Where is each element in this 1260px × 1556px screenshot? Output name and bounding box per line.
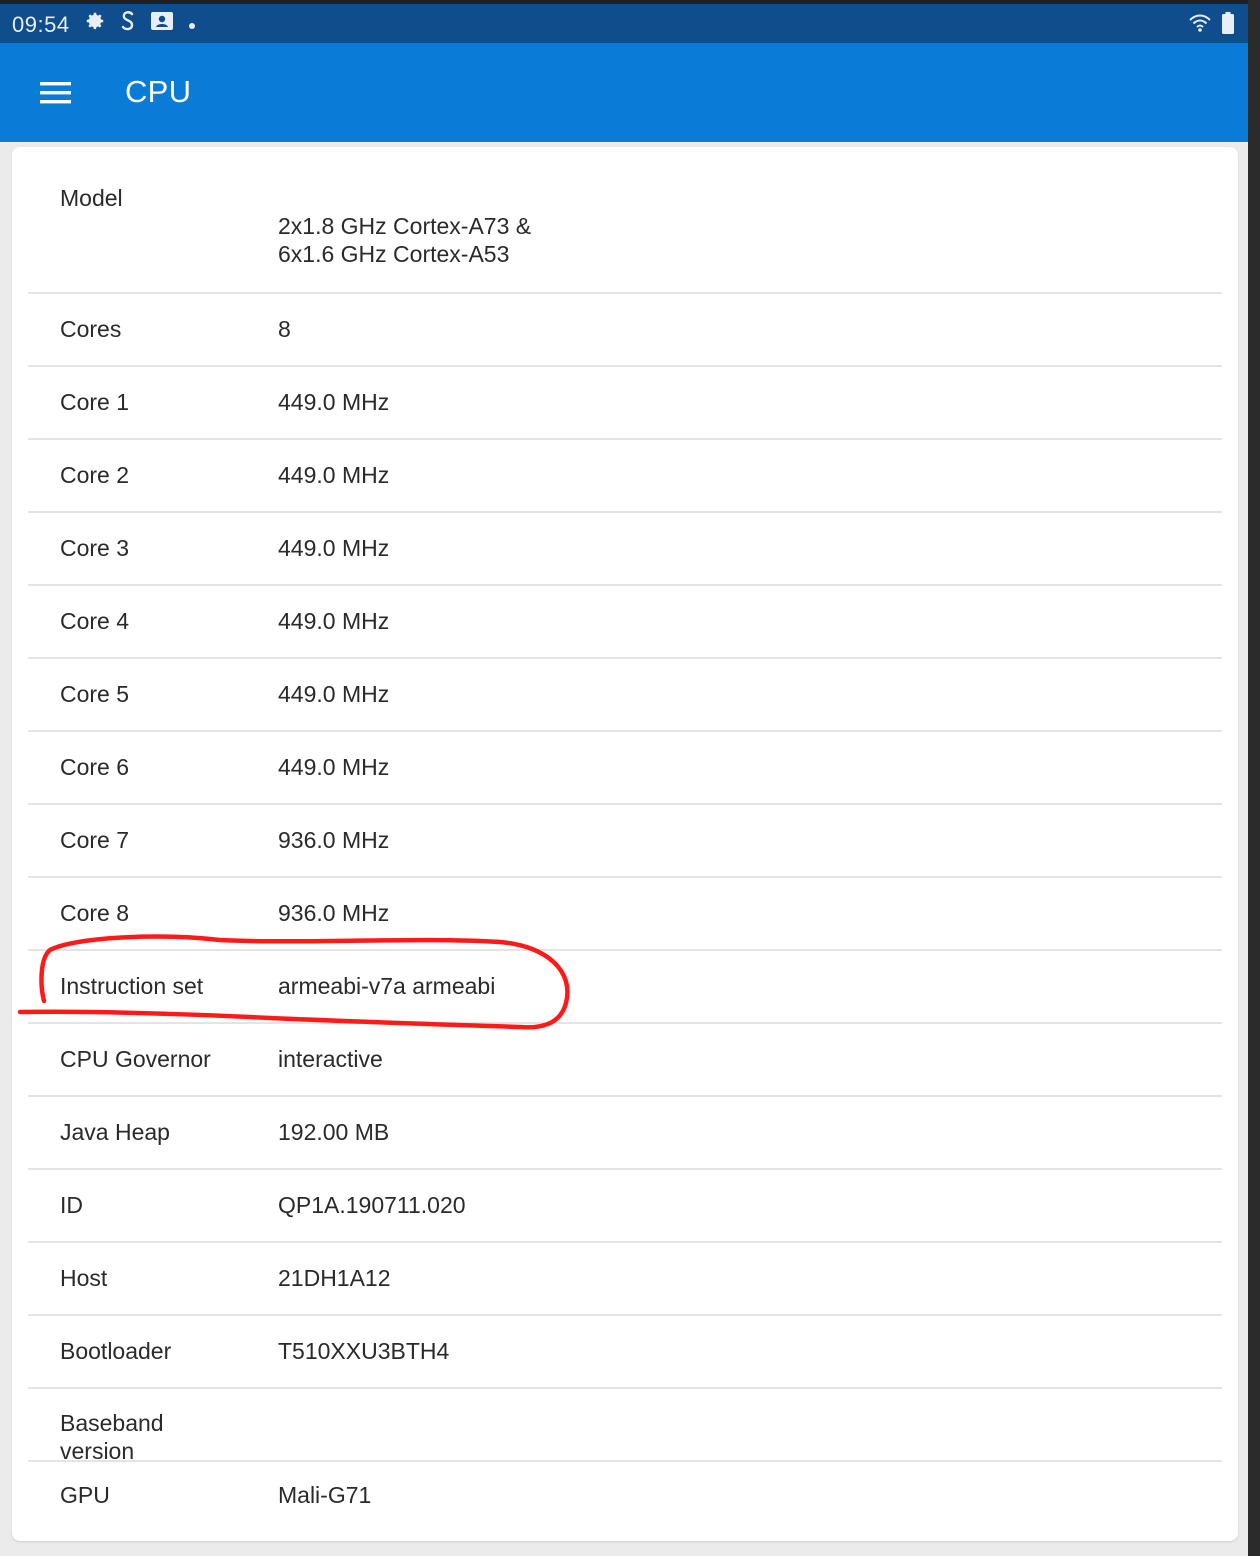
contact-card-icon xyxy=(150,11,174,37)
wifi-icon xyxy=(1188,13,1212,38)
row-label: CPU Governor xyxy=(60,1046,211,1072)
list-item: Core 2 449.0 MHz xyxy=(28,440,1222,513)
list-item: Cores 8 xyxy=(28,294,1222,367)
list-item: Core 4 449.0 MHz xyxy=(28,586,1222,659)
list-item: Core 7 936.0 MHz xyxy=(28,805,1222,878)
row-value: 449.0 MHz xyxy=(278,535,390,561)
row-label: Bootloader xyxy=(60,1338,172,1364)
list-item: Core 5 449.0 MHz xyxy=(28,659,1222,732)
row-value: 449.0 MHz xyxy=(278,681,390,707)
battery-icon xyxy=(1222,12,1234,39)
row-label: Core 4 xyxy=(60,608,130,634)
list-item: ID QP1A.190711.020 xyxy=(28,1170,1222,1243)
row-label: Instruction set xyxy=(60,973,204,999)
row-label: Cores xyxy=(60,316,122,342)
page-title: CPU xyxy=(125,74,192,109)
row-value: 449.0 MHz xyxy=(278,608,390,634)
row-label: Baseband version xyxy=(60,1410,164,1464)
notification-dot-icon xyxy=(188,13,196,36)
app-bar: CPU xyxy=(0,43,1248,142)
list-item: Core 1 449.0 MHz xyxy=(28,367,1222,440)
list-item: Bootloader T510XXU3BTH4 xyxy=(28,1316,1222,1389)
row-label: Core 1 xyxy=(60,389,130,415)
row-value: interactive xyxy=(278,1046,383,1072)
list-item: GPU Mali-G71 xyxy=(28,1462,1222,1541)
window-edge-strip xyxy=(1248,0,1260,1556)
list-item: Java Heap 192.00 MB xyxy=(28,1097,1222,1170)
row-value: Mali-G71 xyxy=(278,1482,372,1508)
row-label: Core 2 xyxy=(60,462,130,488)
row-value: 449.0 MHz xyxy=(278,462,390,488)
cpu-info-card: Model 2x1.8 GHz Cortex-A73 & 6x1.6 GHz C… xyxy=(12,147,1238,1541)
list-item: Baseband version xyxy=(28,1389,1222,1464)
row-value: 192.00 MB xyxy=(278,1119,390,1145)
row-label: GPU xyxy=(60,1482,110,1508)
list-item: Core 3 449.0 MHz xyxy=(28,513,1222,586)
row-label: Model xyxy=(60,185,123,211)
row-value: 936.0 MHz xyxy=(278,827,390,853)
list-item: Host 21DH1A12 xyxy=(28,1243,1222,1316)
list-item: CPU Governor interactive xyxy=(28,1024,1222,1097)
row-value: 21DH1A12 xyxy=(278,1265,391,1291)
row-value: T510XXU3BTH4 xyxy=(278,1338,450,1364)
row-label: Core 7 xyxy=(60,827,130,853)
status-icons xyxy=(84,10,196,38)
row-value: armeabi-v7a armeabi xyxy=(278,973,496,999)
row-value: 936.0 MHz xyxy=(278,900,390,926)
status-time: 09:54 xyxy=(12,12,70,37)
list-item: Core 6 449.0 MHz xyxy=(28,732,1222,805)
status-right-icons xyxy=(1188,12,1234,39)
list-item: Core 8 936.0 MHz xyxy=(28,878,1222,951)
list-item: Instruction set armeabi-v7a armeabi xyxy=(28,951,1222,1024)
status-bar: 09:54 xyxy=(0,0,1248,43)
row-value: QP1A.190711.020 xyxy=(278,1192,466,1218)
row-label: Core 6 xyxy=(60,754,130,780)
row-label: Host xyxy=(60,1265,108,1291)
row-value: 2x1.8 GHz Cortex-A73 & 6x1.6 GHz Cortex-… xyxy=(278,213,532,267)
row-label: ID xyxy=(60,1192,83,1218)
settings-gear-icon xyxy=(84,10,106,38)
row-label: Core 5 xyxy=(60,681,130,707)
row-label: Core 8 xyxy=(60,900,130,926)
row-value: 8 xyxy=(278,316,291,342)
row-value: 449.0 MHz xyxy=(278,754,390,780)
hamburger-menu-icon xyxy=(40,82,71,104)
menu-button[interactable] xyxy=(36,75,76,111)
row-label: Java Heap xyxy=(60,1119,170,1145)
row-value: 449.0 MHz xyxy=(278,389,390,415)
row-label: Core 3 xyxy=(60,535,130,561)
s-app-icon xyxy=(120,10,136,38)
list-item: Model 2x1.8 GHz Cortex-A73 & 6x1.6 GHz C… xyxy=(28,147,1222,294)
